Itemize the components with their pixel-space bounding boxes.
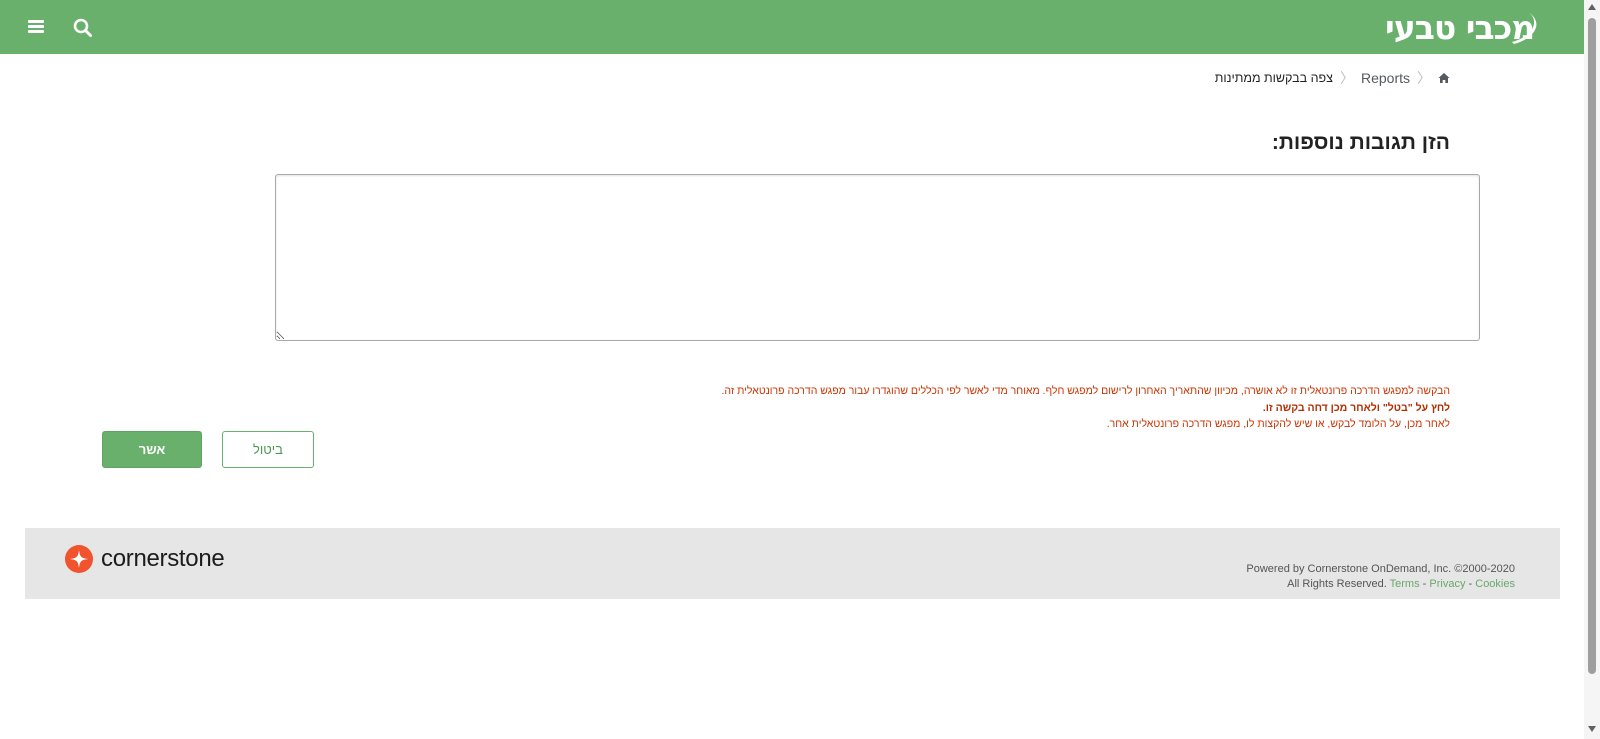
comments-textarea[interactable] xyxy=(275,174,1480,341)
menu-bar-line xyxy=(28,20,44,23)
top-header: מכבי טבעי xyxy=(0,0,1584,54)
rights-text: All Rights Reserved. xyxy=(1287,578,1387,590)
breadcrumb-reports-link[interactable]: Reports xyxy=(1361,70,1410,86)
maccabi-logo[interactable]: מכבי טבעי xyxy=(1385,6,1537,48)
footer: cornerstone Powered by Cornerstone OnDem… xyxy=(25,528,1560,599)
warning-line-3: לאחר מכן, על הלומד לבקש, או שיש להקצות ל… xyxy=(1106,418,1450,430)
warning-message: הבקשה למפגש הדרכה פרונטאלית זו לא אושרה,… xyxy=(450,383,1450,433)
footer-text: Powered by Cornerstone OnDemand, Inc. ©2… xyxy=(1246,562,1515,592)
page-scrollbar[interactable] xyxy=(1584,0,1600,739)
breadcrumb: 〉 Reports 〉 צפה בבקשות ממתינות xyxy=(1215,68,1450,88)
footer-links-line: All Rights Reserved. Terms - Privacy - C… xyxy=(1246,577,1515,592)
footer-separator: - xyxy=(1422,578,1427,590)
breadcrumb-current-page: צפה בבקשות ממתינות xyxy=(1214,71,1333,85)
search-icon[interactable] xyxy=(72,17,94,39)
menu-bar-line xyxy=(28,30,44,33)
footer-separator: - xyxy=(1468,578,1473,590)
breadcrumb-separator: 〉 xyxy=(1417,71,1431,87)
cookies-link[interactable]: Cookies xyxy=(1475,578,1515,590)
hamburger-menu-icon[interactable] xyxy=(26,16,46,36)
cornerstone-wordmark: cornerstone xyxy=(101,545,225,572)
scrollbar-thumb[interactable] xyxy=(1588,18,1596,674)
cornerstone-logo[interactable]: cornerstone xyxy=(65,545,225,573)
terms-link[interactable]: Terms xyxy=(1390,578,1420,590)
confirm-button[interactable]: אשר xyxy=(102,431,202,468)
powered-by-text: Powered by Cornerstone OnDemand, Inc. ©2… xyxy=(1246,563,1515,575)
comments-heading: הזן תגובות נוספות: xyxy=(1271,131,1450,154)
warning-line-2: לחץ על "בטל" ולאחר מכן דחה בקשה זו. xyxy=(1262,401,1450,414)
home-icon[interactable] xyxy=(1438,72,1450,84)
privacy-link[interactable]: Privacy xyxy=(1429,578,1465,590)
logo-swoosh-icon xyxy=(1512,12,1537,44)
cornerstone-logo-icon xyxy=(65,545,93,573)
breadcrumb-separator: 〉 xyxy=(1339,71,1354,87)
scroll-up-arrow-icon[interactable] xyxy=(1588,4,1596,10)
menu-bar-line xyxy=(28,25,44,28)
scroll-down-arrow-icon[interactable] xyxy=(1588,726,1596,732)
cancel-button[interactable]: ביטול xyxy=(222,431,314,468)
warning-line-1: הבקשה למפגש הדרכה פרונטאלית זו לא אושרה,… xyxy=(721,385,1450,397)
